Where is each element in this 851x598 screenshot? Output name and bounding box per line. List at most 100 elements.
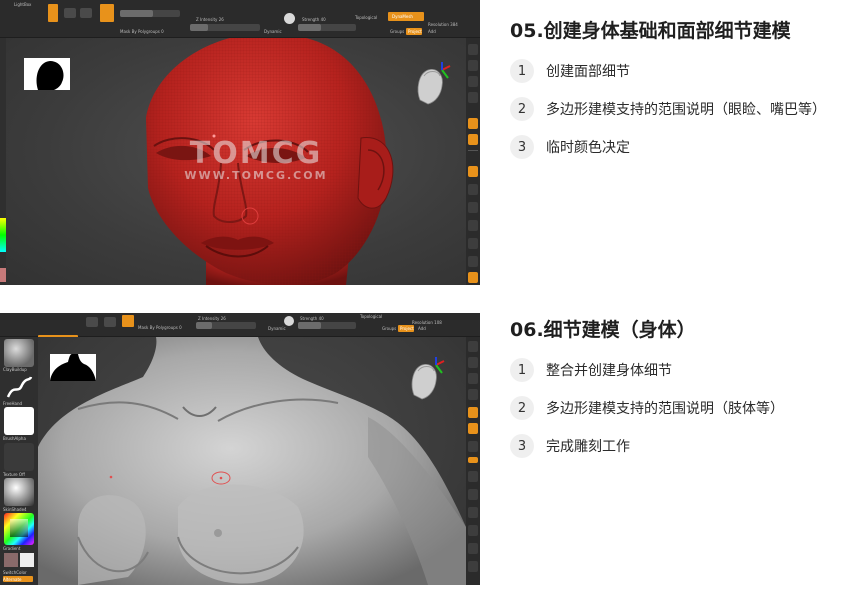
draw-mode-button[interactable] [64,8,76,18]
resolution-label: Resolution 384 [428,22,458,27]
tool-label-texture: Texture Off [3,472,25,477]
scale-icon[interactable] [468,220,478,231]
claybuildup-brush-icon[interactable] [4,339,34,367]
z-intensity-slider-2[interactable] [196,322,256,329]
z-intensity-slider[interactable] [190,24,260,31]
strength-slider-2[interactable] [298,322,356,329]
move-icon[interactable] [468,202,478,213]
scroll-icon[interactable] [468,60,478,71]
scroll-icon-2[interactable] [468,341,478,352]
xyz-rotate-icon-2[interactable] [468,457,478,463]
zbrush-screenshot-torso: Z Intensity 26 Strength 40 Topological R… [0,313,480,585]
section-05: 05.创建身体基础和面部细节建模 1 创建面部细节 2 多边形建模支持的范围说明… [510,18,851,173]
frame-icon-2[interactable] [468,471,478,482]
move-mode-button[interactable] [80,8,92,18]
rotate-icon[interactable] [468,238,478,249]
list-item: 2 多边形建模支持的范围说明（眼睑、嘴巴等） [510,97,851,121]
zbrush-top-toolbar: LightBox Z Intensity 26 Strength 40 Topo… [0,0,480,38]
tool-label-stroke: FreeHand [3,401,23,406]
watermark-main-text: TOMCG [189,136,323,171]
scale-mode-button[interactable] [100,4,114,22]
resolution-label-2: Resolution 108 [412,320,442,325]
material-sphere-icon-2[interactable] [284,316,294,326]
step-number-badge: 1 [510,358,534,382]
scale-mode-button-2[interactable] [122,315,134,327]
material-skinshade-icon[interactable] [4,478,34,506]
color-picker-square[interactable] [10,519,28,537]
draw-mode-button-2[interactable] [86,317,98,327]
floor-grid-icon[interactable] [468,118,478,129]
groups-label-2[interactable]: Groups [382,326,396,331]
add-label-2[interactable]: Add [418,326,426,331]
color-picker-icon[interactable] [4,513,34,545]
navigation-head-gizmo-2[interactable] [406,357,446,401]
strength-slider[interactable] [298,24,356,31]
navigation-head-gizmo[interactable] [412,62,452,106]
main-color-swatch-2[interactable] [4,553,18,567]
frame-icon[interactable] [468,184,478,195]
secondary-color-swatch[interactable] [20,553,34,567]
page: LightBox Z Intensity 26 Strength 40 Topo… [0,0,851,598]
polyframe-icon-2[interactable] [468,543,478,554]
silhouette-preview [24,58,70,90]
rgb-intensity-slider[interactable] [120,10,180,17]
tool-label-alternate: Alternate [3,577,22,582]
dynamic-label-2[interactable]: Dynamic [268,326,286,331]
step-text: 整合并创建身体细节 [546,363,672,379]
toolbar-separator [468,150,478,151]
actual-size-icon[interactable] [468,92,478,103]
stroke-squiggle-icon [6,376,33,398]
move-mode-button-2[interactable] [104,317,116,327]
viewport-canvas-head[interactable]: TOMCG WWW.TOMCG.COM [6,38,466,285]
dynamesh-label: DynaMesh [392,14,413,19]
xyz-icon-2[interactable] [468,441,478,452]
freehand-stroke-icon[interactable] [4,373,34,401]
project-label-2: Project [400,326,414,331]
lightbox-label[interactable]: LightBox [14,2,31,7]
bpr-render-icon[interactable] [468,44,478,55]
z-intensity-label-2: Z Intensity 26 [198,316,226,321]
watermark-url-text: WWW.TOMCG.COM [184,169,328,182]
mask-polygroups-label[interactable]: Mask By Polygroups 0 [120,29,164,34]
list-item: 1 创建面部细节 [510,59,851,83]
transparency-icon[interactable] [468,272,478,283]
viewport-canvas-torso[interactable] [38,337,466,585]
texture-off-icon[interactable] [4,443,34,471]
local-symmetry-icon[interactable] [468,134,478,145]
zoom-icon[interactable] [468,76,478,87]
step-number-badge: 3 [510,135,534,159]
step-number-badge: 3 [510,434,534,458]
transparency-icon-2[interactable] [468,561,478,572]
step-text: 多边形建模支持的范围说明（肢体等） [546,401,784,417]
topological-label[interactable]: Topological [355,15,377,20]
list-item: 3 完成雕刻工作 [510,434,851,458]
zoom-icon-2[interactable] [468,357,478,368]
brush-alpha-icon[interactable] [4,407,34,435]
mask-polygroups-label-2[interactable]: Mask By Polygroups 0 [138,325,182,330]
list-item: 1 整合并创建身体细节 [510,358,851,382]
list-item: 3 临时颜色决定 [510,135,851,159]
topological-label-2[interactable]: Topological [360,314,382,319]
actual-size-icon-2[interactable] [468,373,478,384]
project-label: Project [408,29,422,34]
step-number-badge: 2 [510,97,534,121]
scale-icon-2[interactable] [468,507,478,518]
floor-grid-icon-2[interactable] [468,407,478,418]
material-sphere-icon[interactable] [284,13,295,24]
edit-mode-button[interactable] [48,4,58,22]
groups-label[interactable]: Groups [390,29,404,34]
strength-label: Strength 40 [302,17,326,22]
tool-label-switchcolor[interactable]: SwitchColor [3,570,27,575]
dynamic-label[interactable]: Dynamic [264,29,282,34]
step-text: 创建面部细节 [546,64,630,80]
local-symmetry-icon-2[interactable] [468,423,478,434]
polyframe-icon[interactable] [468,256,478,267]
tool-label-alpha: BrushAlpha [3,436,26,441]
tomcg-watermark: TOMCG WWW.TOMCG.COM [156,138,356,182]
aahalf-icon[interactable] [468,389,478,400]
zbrush-top-toolbar-2: Z Intensity 26 Strength 40 Topological R… [0,313,480,337]
move-icon-2[interactable] [468,489,478,500]
xyz-rotate-icon[interactable] [468,166,478,177]
rotate-icon-2[interactable] [468,525,478,536]
add-label[interactable]: Add [428,29,436,34]
